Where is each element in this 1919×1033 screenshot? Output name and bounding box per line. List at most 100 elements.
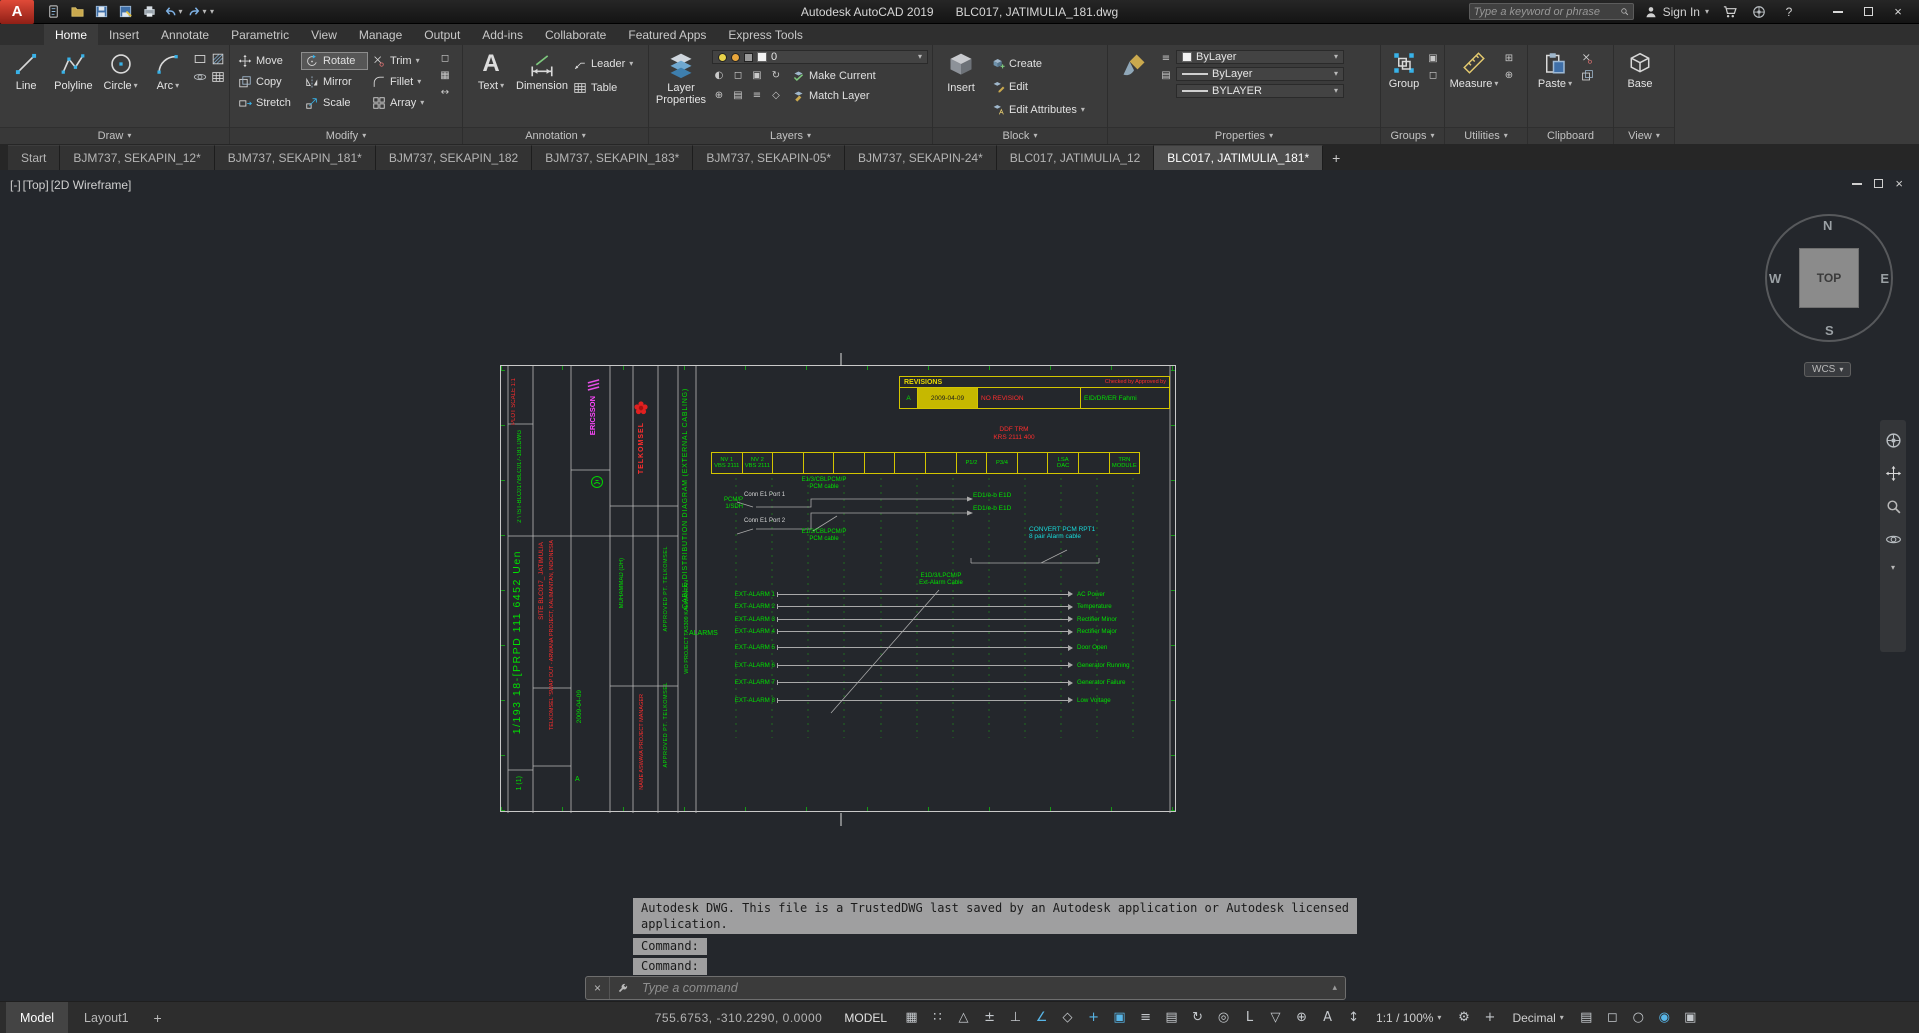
customize-command-icon[interactable]: [610, 977, 634, 999]
scale-button[interactable]: Scale: [301, 94, 368, 112]
utilities-panel-label[interactable]: Utilities ▾: [1445, 127, 1527, 144]
redo-button[interactable]: ▾: [186, 2, 208, 22]
drawing-minimize-icon[interactable]: [1852, 182, 1863, 185]
lineweight-select[interactable]: ByLayer ▾: [1176, 67, 1344, 81]
view-cube-top-face[interactable]: TOP: [1799, 248, 1859, 308]
grid-display-toggle[interactable]: ▦: [899, 1005, 924, 1031]
layer-isolate-icon[interactable]: ◻: [731, 69, 745, 82]
explode-icon[interactable]: ▦: [438, 69, 452, 82]
snap-mode-toggle[interactable]: ∷: [925, 1005, 950, 1031]
paste-button[interactable]: Paste ▾: [1532, 48, 1578, 90]
viewport-menu-control[interactable]: [-]: [10, 178, 21, 192]
command-input[interactable]: [634, 981, 1325, 995]
model-tab[interactable]: Model: [6, 1001, 69, 1033]
create-block-button[interactable]: Create: [988, 55, 1089, 72]
help-icon[interactable]: ?: [1779, 2, 1799, 22]
tab-featured-apps[interactable]: Featured Apps: [617, 24, 717, 45]
selection-cycling-toggle[interactable]: ↻: [1185, 1005, 1210, 1031]
offset-icon[interactable]: ↔: [438, 86, 452, 99]
properties-panel-label[interactable]: Properties ▾: [1108, 127, 1380, 144]
table-button[interactable]: Table: [569, 79, 637, 97]
minimize-button[interactable]: [1823, 0, 1853, 24]
save-button[interactable]: [90, 2, 112, 22]
workspace-switching-toggle[interactable]: ⚙: [1451, 1005, 1476, 1031]
search-icon[interactable]: [1620, 5, 1629, 18]
application-menu-button[interactable]: A: [0, 0, 34, 24]
chevron-down-icon[interactable]: ▾: [202, 7, 206, 16]
search-input[interactable]: [1473, 5, 1616, 18]
gizmo-toggle[interactable]: ⊕: [1289, 1005, 1314, 1031]
save-as-button[interactable]: [114, 2, 136, 22]
groups-panel-label[interactable]: Groups ▾: [1381, 127, 1444, 144]
tab-add-ins[interactable]: Add-ins: [471, 24, 534, 45]
isometric-drafting-toggle[interactable]: ◇: [1055, 1005, 1080, 1031]
copy-button[interactable]: Copy: [234, 73, 301, 91]
tab-annotate[interactable]: Annotate: [150, 24, 220, 45]
erase-icon[interactable]: ◻: [438, 52, 452, 65]
circle-button[interactable]: Circle ▾: [99, 48, 143, 92]
ellipse-button[interactable]: [193, 70, 207, 84]
polyline-button[interactable]: Polyline: [51, 48, 95, 92]
tab-output[interactable]: Output: [413, 24, 471, 45]
draw-panel-label[interactable]: Draw ▾: [0, 127, 229, 144]
text-button[interactable]: A Text ▾: [467, 48, 515, 93]
close-command-icon[interactable]: ×: [586, 977, 610, 999]
annotation-scale-button[interactable]: 1:1 / 100% ▾: [1368, 1011, 1449, 1025]
tab-parametric[interactable]: Parametric: [220, 24, 300, 45]
insert-button[interactable]: Insert: [937, 48, 985, 94]
move-button[interactable]: Move: [234, 52, 301, 70]
drawing-close-icon[interactable]: ×: [1895, 176, 1903, 191]
doc-tab-jatimulia-181[interactable]: BLC017, JATIMULIA_181*: [1154, 145, 1324, 170]
edit-attributes-button[interactable]: Edit Attributes ▾: [988, 101, 1089, 118]
dynamic-ucs-toggle[interactable]: L: [1237, 1005, 1262, 1031]
array-button[interactable]: Array ▾: [368, 94, 435, 112]
doc-tab-sekapin-05[interactable]: BJM737, SEKAPIN-05*: [693, 145, 846, 170]
base-button[interactable]: Base: [1618, 48, 1662, 90]
clean-screen-toggle[interactable]: ▣: [1678, 1005, 1703, 1031]
new-layout-button[interactable]: +: [145, 1002, 171, 1033]
doc-tab-jatimulia-12[interactable]: BLC017, JATIMULIA_12: [996, 145, 1155, 170]
doc-tab-sekapin-182[interactable]: BJM737, SEKAPIN_182: [375, 145, 533, 170]
tab-home[interactable]: Home: [44, 24, 99, 45]
transparency-toggle[interactable]: ▤: [1159, 1005, 1184, 1031]
line-button[interactable]: Line: [4, 48, 48, 92]
ortho-mode-toggle[interactable]: ⊥: [1003, 1005, 1028, 1031]
viewport-view-control[interactable]: [Top]: [23, 178, 49, 192]
new-document-tab-button[interactable]: +: [1323, 145, 1349, 170]
rotate-button[interactable]: Rotate: [301, 51, 368, 70]
copy-clip-button[interactable]: [1581, 69, 1594, 82]
layers-panel-label[interactable]: Layers ▾: [649, 127, 932, 144]
layer-walk-icon[interactable]: ⊕: [712, 89, 726, 102]
command-expand-icon[interactable]: ▴: [1324, 983, 1345, 993]
id-point-icon[interactable]: ⊕: [1502, 69, 1516, 82]
dimension-button[interactable]: Dimension: [516, 48, 568, 92]
autoscale-toggle[interactable]: ↕: [1341, 1005, 1366, 1031]
wcs-selector[interactable]: WCS ▾: [1804, 362, 1852, 377]
compass-west[interactable]: W: [1769, 271, 1781, 286]
annotation-monitor-toggle[interactable]: +: [1477, 1005, 1502, 1031]
tab-insert[interactable]: Insert: [98, 24, 150, 45]
cut-button[interactable]: [1581, 52, 1594, 65]
annotation-panel-label[interactable]: Annotation ▾: [463, 127, 648, 144]
layer-select[interactable]: 0 ▾: [712, 50, 928, 64]
layout1-tab[interactable]: Layout1: [70, 1002, 142, 1033]
doc-tab-sekapin-24[interactable]: BJM737, SEKAPIN-24*: [845, 145, 997, 170]
tab-view[interactable]: View: [300, 24, 348, 45]
units-button[interactable]: Decimal ▾: [1504, 1011, 1571, 1025]
infer-constraints-toggle[interactable]: △: [951, 1005, 976, 1031]
annotation-visibility-toggle[interactable]: A: [1315, 1005, 1340, 1031]
layer-properties-button[interactable]: Layer Properties: [653, 48, 709, 106]
lineweight-toggle[interactable]: ≡: [1133, 1005, 1158, 1031]
compass-south[interactable]: S: [1825, 323, 1834, 338]
drawing-restore-icon[interactable]: [1874, 179, 1884, 188]
group-button[interactable]: Group: [1385, 48, 1423, 90]
sign-in-button[interactable]: Sign In ▾: [1644, 5, 1709, 19]
model-viewport[interactable]: [-] [Top] [2D Wireframe] × N W E S TOP W…: [0, 170, 1919, 1001]
compass-north[interactable]: N: [1823, 218, 1832, 233]
compass-east[interactable]: E: [1880, 271, 1889, 286]
fillet-button[interactable]: Fillet ▾: [368, 73, 435, 91]
isolate-objects-toggle[interactable]: ○: [1626, 1005, 1651, 1031]
properties-paint-icon[interactable]: ▤: [1159, 69, 1173, 82]
arc-button[interactable]: Arc ▾: [146, 48, 190, 92]
navbar-more-icon[interactable]: ▾: [1891, 564, 1895, 572]
